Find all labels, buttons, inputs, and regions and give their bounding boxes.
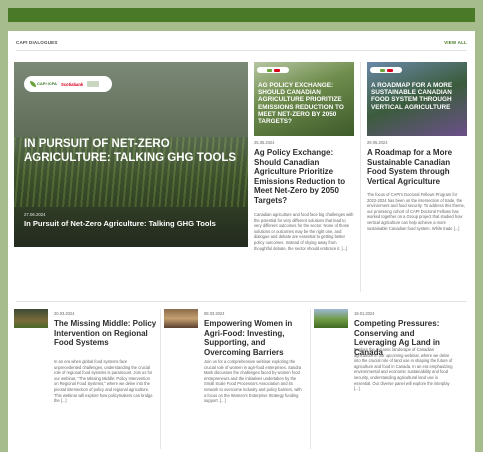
view-all-link[interactable]: VIEW ALL	[444, 40, 467, 45]
article-date: 25.05.2024	[254, 140, 275, 145]
article-date: 08.03.2024	[204, 311, 225, 316]
article-thumbnail[interactable]: AG POLICY EXCHANGE: SHOULD CANADIAN AGRI…	[254, 62, 354, 136]
article-date: 19.01.2024	[354, 311, 375, 316]
featured-article-card[interactable]: CAPI ICPA Scotiabank IN PURSUIT OF NET-Z…	[14, 62, 248, 247]
capi-logo: CAPI ICPA	[30, 81, 57, 87]
section-divider	[16, 301, 467, 302]
article-thumbnail[interactable]	[314, 309, 348, 328]
article-date: 20.03.2024	[54, 311, 75, 316]
section-title: CAPI DIALOGUES	[16, 39, 58, 45]
article-excerpt: Explore the dynamic landscape of Canadia…	[354, 347, 453, 392]
panel-header: CAPI DIALOGUES VIEW ALL	[16, 36, 467, 48]
article-card-missing-middle[interactable]: 20.03.2024 The Missing Middle: Policy In…	[14, 309, 156, 449]
card-divider	[310, 309, 311, 449]
article-card-ag-policy-exchange[interactable]: AG POLICY EXCHANGE: SHOULD CANADIAN AGRI…	[254, 62, 354, 292]
article-title-link[interactable]: A Roadmap for a More Sustainable Canadia…	[367, 148, 467, 186]
article-thumbnail[interactable]	[14, 309, 48, 328]
article-title-link[interactable]: Ag Policy Exchange: Should Canadian Agri…	[254, 148, 354, 206]
article-excerpt: Canadian agriculture and food face big c…	[254, 212, 354, 251]
article-excerpt: The focus of CAPI's Doctoral Fellows Pro…	[367, 192, 465, 231]
thumbnail-title: AG POLICY EXCHANGE: SHOULD CANADIAN AGRI…	[258, 82, 344, 126]
partner-logo	[87, 81, 100, 87]
article-card-competing-pressures[interactable]: 19.01.2024 Competing Pressures: Conservi…	[314, 309, 456, 449]
scotiabank-logo: Scotiabank	[60, 81, 84, 87]
partner-logos-chip	[257, 67, 289, 73]
article-card-empowering-women[interactable]: 08.03.2024 Empowering Women in Agri-Food…	[164, 309, 306, 449]
top-banner-bar	[8, 8, 475, 22]
card-divider	[360, 62, 361, 292]
article-thumbnail[interactable]	[164, 309, 198, 328]
featured-title-link[interactable]: In Pursuit of Net-Zero Agriculture: Talk…	[24, 219, 244, 229]
article-thumbnail[interactable]: A ROADMAP FOR A MORE SUSTAINABLE CANADIA…	[367, 62, 467, 136]
capi-dialogues-panel: CAPI DIALOGUES VIEW ALL CAPI ICPA Scotia…	[8, 31, 475, 452]
article-title-link[interactable]: Empowering Women in Agri-Food: Investing…	[204, 319, 308, 357]
featured-image-title: IN PURSUIT OF NET-ZERO AGRICULTURE: TALK…	[24, 138, 237, 164]
partner-logos-chip	[370, 67, 402, 73]
thumbnail-title: A ROADMAP FOR A MORE SUSTAINABLE CANADIA…	[371, 82, 453, 111]
article-card-vertical-agriculture[interactable]: A ROADMAP FOR A MORE SUSTAINABLE CANADIA…	[367, 62, 467, 292]
article-excerpt: In an era when global food systems face …	[54, 359, 153, 404]
article-title-link[interactable]: The Missing Middle: Policy Intervention …	[54, 319, 158, 348]
article-date: 29.05.2024	[367, 140, 388, 145]
card-divider	[160, 309, 161, 449]
header-divider	[16, 50, 467, 51]
partner-logos-banner: CAPI ICPA Scotiabank	[24, 76, 112, 92]
featured-date: 27.06.2024	[24, 212, 46, 217]
article-excerpt: Join us for a comprehensive webinar expl…	[204, 359, 302, 404]
